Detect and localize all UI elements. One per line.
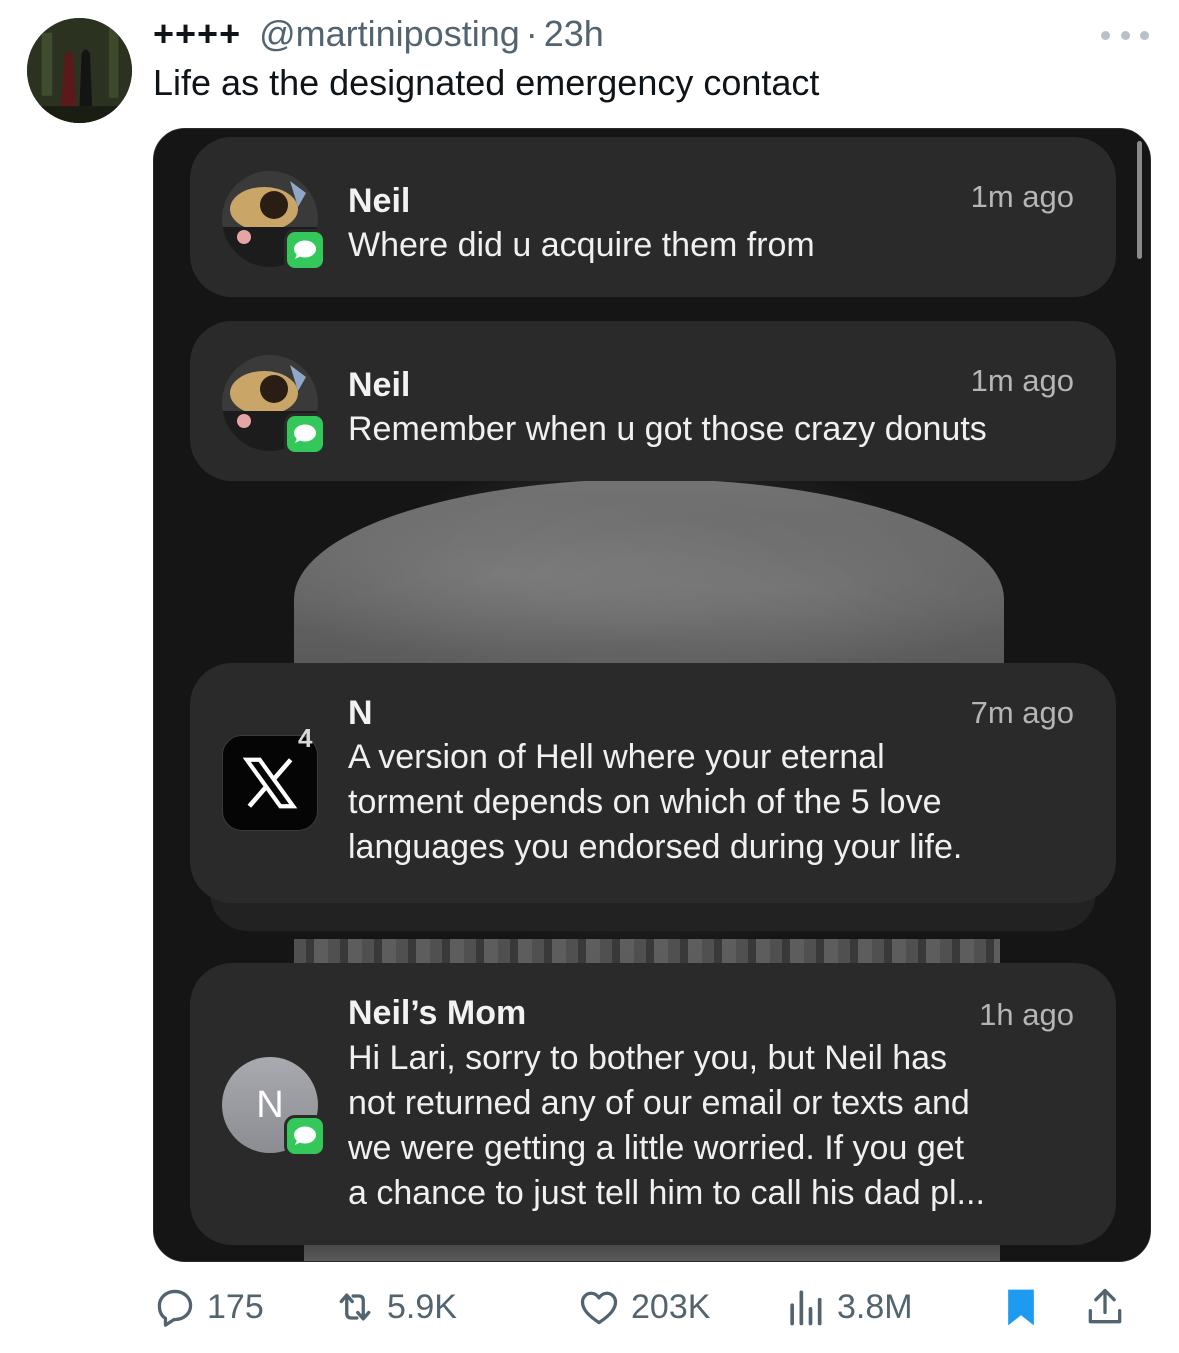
- notification-body-line: Hi Lari, sorry to bother you, but Neil h…: [348, 1039, 948, 1077]
- author-display-name[interactable]: ++++: [153, 12, 241, 56]
- like-button[interactable]: 203K: [577, 1282, 710, 1332]
- reply-button[interactable]: 175: [153, 1282, 264, 1332]
- notification-body-line: not returned any of our email or texts a…: [348, 1084, 970, 1122]
- author-handle[interactable]: @martiniposting: [259, 12, 520, 56]
- notification-body: Remember when u got those crazy donuts: [348, 407, 1078, 452]
- notification-card[interactable]: N Neil’s Mom 1h ago Hi Lari, sorry to bo…: [190, 963, 1116, 1245]
- notification-sender: N: [348, 694, 373, 732]
- more-options-button[interactable]: [1101, 20, 1149, 50]
- messages-icon: [284, 1115, 326, 1157]
- tweet-media-image[interactable]: Neil 1m ago Where did u acquire them fro…: [153, 128, 1151, 1262]
- messages-icon: [284, 229, 326, 271]
- notification-body: Hi Lari, sorry to bother you, but Neil h…: [348, 1036, 1078, 1216]
- more-dot-icon: [1140, 30, 1149, 40]
- bookmark-filled-icon: [1008, 1289, 1034, 1326]
- views-count: 3.8M: [837, 1287, 913, 1326]
- notification-icon-group: [222, 355, 326, 455]
- notification-time: 1m ago: [970, 179, 1074, 214]
- notification-body: A version of Hell where your eternal tor…: [348, 735, 1078, 870]
- views-button[interactable]: 3.8M: [783, 1282, 913, 1332]
- notification-body-line: we were getting a little worried. If you…: [348, 1129, 965, 1167]
- tweet-header: ++++ @martiniposting · 23h: [153, 12, 604, 56]
- notification-card[interactable]: Neil 1m ago Remember when u got those cr…: [190, 321, 1116, 481]
- notification-icon-group: [222, 171, 326, 271]
- author-avatar[interactable]: [27, 18, 132, 123]
- more-dot-icon: [1120, 30, 1130, 40]
- notification-body-line: a chance to just tell him to call his da…: [348, 1174, 985, 1212]
- repost-count: 5.9K: [387, 1287, 457, 1326]
- repost-icon: [339, 1293, 371, 1321]
- notification-body: Where did u acquire them from: [348, 223, 1078, 268]
- notification-body-line: A version of Hell where your eternal: [348, 738, 885, 776]
- like-count: 203K: [631, 1287, 711, 1326]
- notification-body-line: languages you endorsed during your life.: [348, 828, 963, 866]
- notification-icon-group: N: [222, 1057, 326, 1157]
- notification-icon-group: 4: [222, 723, 318, 831]
- views-chart-icon: [790, 1290, 822, 1326]
- notification-sender: Neil’s Mom: [348, 994, 527, 1032]
- reply-count: 175: [207, 1287, 264, 1326]
- notification-sender: Neil: [348, 366, 411, 404]
- notification-body-line: Remember when u got those crazy donuts: [348, 410, 987, 448]
- bookmark-button[interactable]: [999, 1282, 1043, 1332]
- share-icon: [1088, 1288, 1122, 1324]
- notification-count-badge: 4: [298, 723, 313, 753]
- heart-icon: [580, 1291, 618, 1325]
- notification-time: 1m ago: [970, 363, 1074, 398]
- tweet-timestamp[interactable]: 23h: [544, 12, 604, 56]
- notification-time: 1h ago: [979, 997, 1074, 1032]
- more-dot-icon: [1101, 30, 1110, 40]
- header-separator: ·: [525, 13, 538, 54]
- tweet-action-bar: 175 5.9K 203K 3.8M: [153, 1282, 1151, 1332]
- notification-body-line: torment depends on which of the 5 love: [348, 783, 942, 821]
- notification-time: 7m ago: [970, 695, 1074, 730]
- notification-card[interactable]: Neil 1m ago Where did u acquire them fro…: [190, 137, 1116, 297]
- tweet-text: Life as the designated emergency contact: [153, 62, 820, 103]
- notification-body-line: Where did u acquire them from: [348, 226, 815, 264]
- repost-button[interactable]: 5.9K: [333, 1282, 457, 1332]
- notification-sender: Neil: [348, 182, 411, 220]
- share-button[interactable]: [1083, 1282, 1127, 1332]
- scroll-indicator: [1137, 141, 1142, 259]
- messages-icon: [284, 413, 326, 455]
- notification-card[interactable]: 4 N 7m ago A version of Hell where your …: [190, 663, 1116, 903]
- reply-icon: [157, 1289, 193, 1327]
